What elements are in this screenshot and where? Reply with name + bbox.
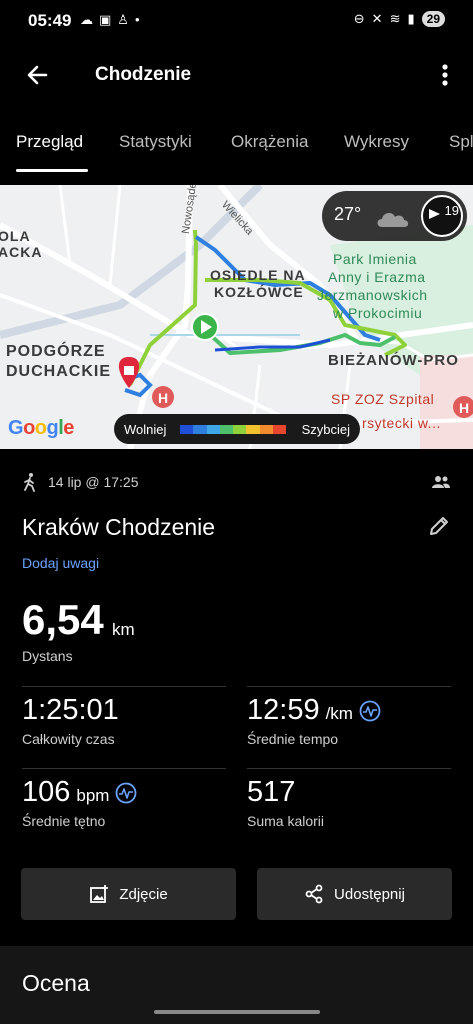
add-photo-button[interactable]: Zdjęcie	[21, 868, 236, 920]
weather-badge[interactable]: 27° 19	[322, 191, 467, 241]
map-label-park-3: Jerzmanowskich	[317, 287, 428, 303]
status-time: 05:49	[28, 11, 72, 30]
map-label-acka: ACKA	[0, 244, 43, 260]
active-tab-indicator	[16, 169, 88, 172]
page-title: Chodzenie	[95, 64, 192, 85]
divider	[247, 768, 451, 769]
system-icons: ⊖ ✕ ≋ ▮ 29	[354, 11, 445, 27]
tab-bar: Przegląd Statystyki Okrążenia Wykresy Sp…	[0, 118, 473, 174]
distance-value: 6,54	[22, 596, 104, 643]
tab-splits[interactable]: Spl	[449, 132, 473, 152]
walking-icon	[24, 473, 35, 492]
map-label-podgorze: PODGÓRZE	[6, 343, 106, 360]
mute-icon: ✕	[371, 11, 383, 26]
map-label-ola: OLA	[0, 228, 31, 244]
distance-unit: km	[112, 620, 135, 639]
speed-gradient	[180, 425, 286, 434]
tab-charts[interactable]: Wykresy	[344, 132, 409, 152]
speed-gradient-segment	[206, 425, 220, 434]
avg-hr-value: 106	[22, 776, 71, 808]
edit-pencil-icon[interactable]	[427, 514, 451, 538]
weather-temperature: 27°	[334, 204, 362, 224]
distance-label: Dystans	[22, 648, 73, 664]
speed-gradient-segment	[233, 425, 247, 434]
activity-meta: 14 lip @ 17:25	[22, 472, 139, 492]
hospital-marker[interactable]: H	[152, 386, 174, 408]
add-notes-link[interactable]: Dodaj uwagi	[22, 555, 99, 571]
map-label-hospital: SP ZOZ Szpital	[331, 391, 435, 407]
avg-pace-unit: /km	[325, 704, 353, 723]
stat-avg-heart-rate: 106 bpm Średnie tętno	[22, 776, 137, 829]
activity-date: 14 lip @ 17:25	[48, 474, 139, 490]
map-label-osiedle: OSIEDLE NA	[210, 267, 306, 283]
speed-legend: Wolniej Szybciej	[114, 414, 360, 444]
speed-gradient-segment	[246, 425, 260, 434]
divider	[22, 686, 226, 687]
app-bar: Chodzenie	[0, 52, 473, 98]
avg-hr-label: Średnie tętno	[22, 813, 106, 829]
divider	[247, 686, 451, 687]
speed-gradient-segment	[180, 425, 194, 434]
rating-title: Ocena	[22, 970, 90, 996]
speed-gradient-segment	[272, 425, 286, 434]
calories-label: Suma kalorii	[247, 813, 325, 829]
avg-pace-label: Średnie tempo	[247, 731, 339, 747]
google-logo: Google	[8, 417, 74, 439]
svg-text:H: H	[158, 390, 168, 406]
dnd-icon: ⊖	[353, 11, 365, 26]
avg-hr-unit: bpm	[76, 786, 110, 805]
tab-statistics[interactable]: Statystyki	[119, 132, 192, 152]
speed-gradient-segment	[219, 425, 233, 434]
speed-gradient-segment	[259, 425, 273, 434]
legend-slow-label: Wolniej	[124, 422, 167, 437]
cloud-icon	[377, 213, 409, 227]
wifi-icon: ≋	[389, 11, 401, 26]
map-label-park: Park Imienia	[333, 251, 417, 267]
back-arrow-icon[interactable]	[22, 60, 52, 90]
people-icon[interactable]	[431, 472, 451, 492]
more-options-icon[interactable]	[433, 60, 457, 90]
signal-icon: ▮	[407, 11, 415, 26]
tab-overview[interactable]: Przegląd	[16, 132, 83, 152]
stat-total-time: 1:25:01 Całkowity czas	[22, 694, 119, 747]
person-icon: ♙	[117, 12, 129, 27]
map-label-hospital-2: rsytecki w...	[362, 415, 441, 431]
speed-gradient-segment	[193, 425, 207, 434]
start-marker[interactable]	[191, 313, 219, 341]
cloud-icon: ☁	[80, 12, 93, 27]
share-label: Udostępnij	[334, 885, 405, 903]
total-time-value: 1:25:01	[22, 694, 119, 726]
svg-text:H: H	[459, 400, 469, 416]
tab-laps[interactable]: Okrążenia	[231, 132, 308, 152]
map-label-kozlowce: KOZŁÓWCE	[214, 284, 304, 300]
calories-value: 517	[247, 776, 296, 808]
rating-section: Ocena	[0, 946, 473, 1024]
stat-calories: 517 Suma kalorii	[247, 776, 324, 829]
total-time-label: Całkowity czas	[22, 731, 115, 747]
home-indicator[interactable]	[154, 1010, 320, 1014]
add-photo-label: Zdjęcie	[119, 885, 168, 903]
activity-title: Kraków Chodzenie	[22, 514, 216, 540]
map-label-biezanow: BIEŻANÓW-PRO	[328, 352, 459, 369]
legend-fast-label: Szybciej	[301, 422, 350, 437]
divider	[22, 768, 226, 769]
pace-chart-icon[interactable]	[359, 700, 381, 722]
stat-avg-pace: 12:59 /km Średnie tempo	[247, 694, 381, 747]
battery-badge: 29	[421, 11, 445, 27]
share-icon	[305, 884, 323, 904]
notification-icons: ☁ ▣ ♙ •	[80, 12, 140, 28]
dot-icon: •	[134, 12, 140, 27]
status-bar: 05:49 ☁ ▣ ♙ • ⊖ ✕ ≋ ▮ 29	[0, 0, 473, 44]
avg-pace-value: 12:59	[247, 694, 320, 726]
route-map[interactable]: H H OLA ACKA OSIEDLE NA KOZŁÓWCE PODGÓRZ…	[0, 185, 473, 449]
heart-rate-chart-icon[interactable]	[115, 782, 137, 804]
map-label-park-4: w Prokocimiu	[333, 305, 423, 321]
share-button[interactable]: Udostępnij	[257, 868, 452, 920]
add-photo-icon	[90, 885, 109, 903]
map-label-duchackie: DUCHACKIE	[6, 363, 111, 380]
map-label-park-2: Anny i Erazma	[328, 269, 426, 285]
wind-speed: 19	[444, 203, 459, 218]
screenshot-icon: ▣	[99, 12, 112, 27]
